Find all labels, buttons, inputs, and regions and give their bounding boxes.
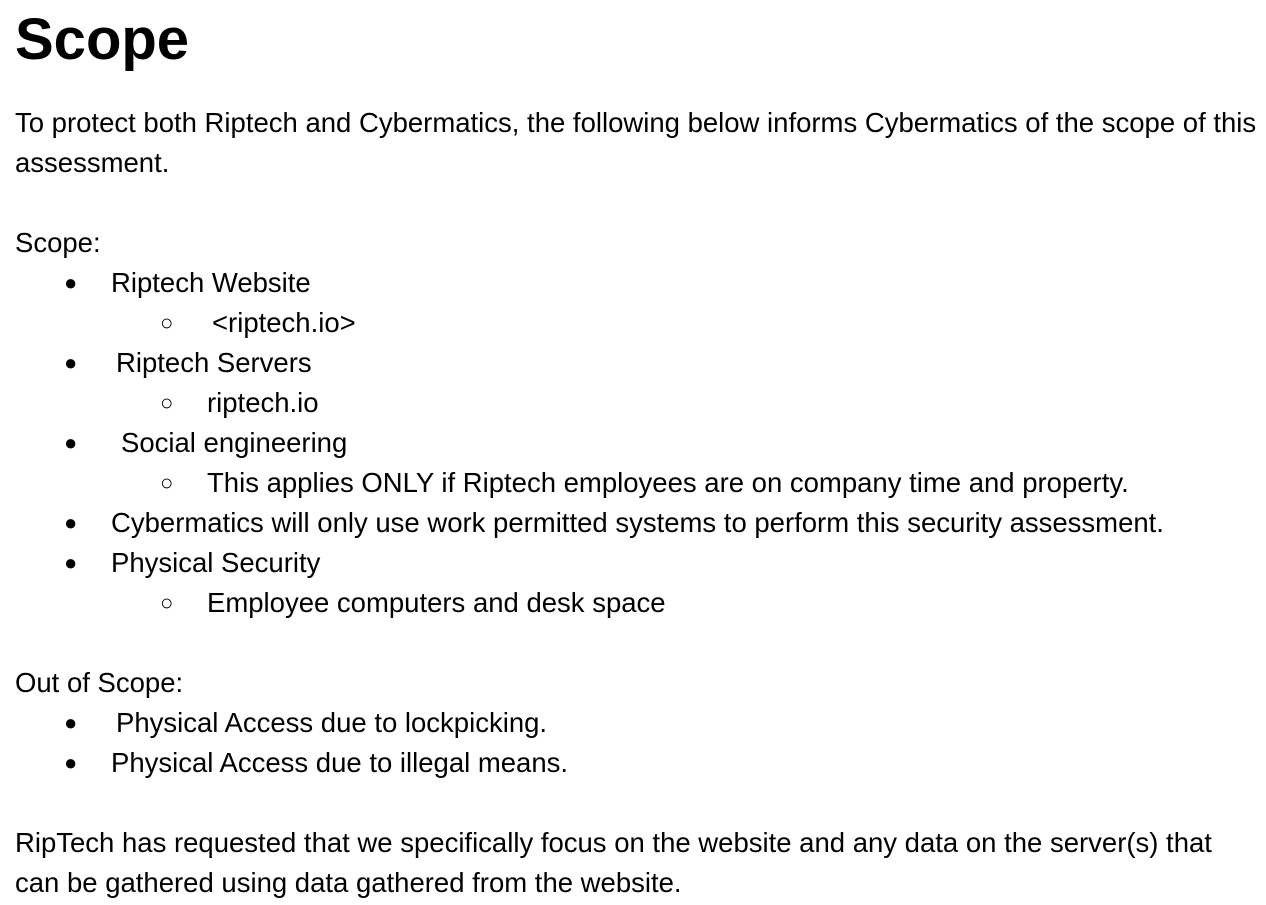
list-item-label: Physical Security xyxy=(111,547,321,578)
page-title: Scope xyxy=(15,7,190,72)
list-item: ● Cybermatics will only use work permitt… xyxy=(15,503,1260,543)
list-item-label: Social engineering xyxy=(121,427,348,458)
intro-paragraph: To protect both Riptech and Cybermatics,… xyxy=(15,107,1257,178)
sub-list-item-label: This applies ONLY if Riptech employees a… xyxy=(207,467,1129,498)
closing-paragraph: RipTech has requested that we specifical… xyxy=(15,827,1212,898)
bullet-icon: ● xyxy=(64,510,78,535)
list-item: ● Physical Security xyxy=(15,543,1260,583)
list-item-label: Physical Access due to illegal means. xyxy=(111,747,569,778)
sub-list-item: ○ riptech.io xyxy=(15,383,1260,423)
list-item-label: Riptech Website xyxy=(111,267,311,298)
bullet-icon: ● xyxy=(64,270,78,295)
list-item-label: Physical Access due to lockpicking. xyxy=(116,707,548,738)
sub-list-item-label: riptech.io xyxy=(207,387,319,418)
list-item: ● Social engineering xyxy=(15,423,1260,463)
sub-list-item-label: <riptech.io> xyxy=(212,307,356,338)
bullet-icon: ● xyxy=(64,710,78,735)
scope-list: ● Riptech Website ○ <riptech.io> ● Ripte… xyxy=(15,263,1260,623)
bullet-icon: ● xyxy=(64,550,78,575)
list-item-label: Riptech Servers xyxy=(116,347,312,378)
sub-list-item-label: Employee computers and desk space xyxy=(207,587,666,618)
list-item-label: Cybermatics will only use work permitted… xyxy=(111,507,1164,538)
bullet-icon: ● xyxy=(64,750,78,775)
list-item: ● Riptech Servers xyxy=(15,343,1260,383)
out-of-scope-list: ● Physical Access due to lockpicking. ● … xyxy=(15,703,1260,783)
hollow-bullet-icon: ○ xyxy=(160,390,174,415)
hollow-bullet-icon: ○ xyxy=(160,590,174,615)
list-item: ● Physical Access due to illegal means. xyxy=(15,743,1260,783)
sub-list-item: ○ This applies ONLY if Riptech employees… xyxy=(15,463,1260,503)
scope-heading: Scope: xyxy=(15,227,101,258)
document-page: Scope To protect both Riptech and Cyberm… xyxy=(15,0,1260,903)
hollow-bullet-icon: ○ xyxy=(160,470,174,495)
list-item: ● Physical Access due to lockpicking. xyxy=(15,703,1260,743)
bullet-icon: ● xyxy=(64,430,78,455)
list-item: ● Riptech Website xyxy=(15,263,1260,303)
hollow-bullet-icon: ○ xyxy=(160,310,174,335)
out-of-scope-heading: Out of Scope: xyxy=(15,667,184,698)
bullet-icon: ● xyxy=(64,350,78,375)
sub-list-item: ○ Employee computers and desk space xyxy=(15,583,1260,623)
sub-list-item: ○ <riptech.io> xyxy=(15,303,1260,343)
